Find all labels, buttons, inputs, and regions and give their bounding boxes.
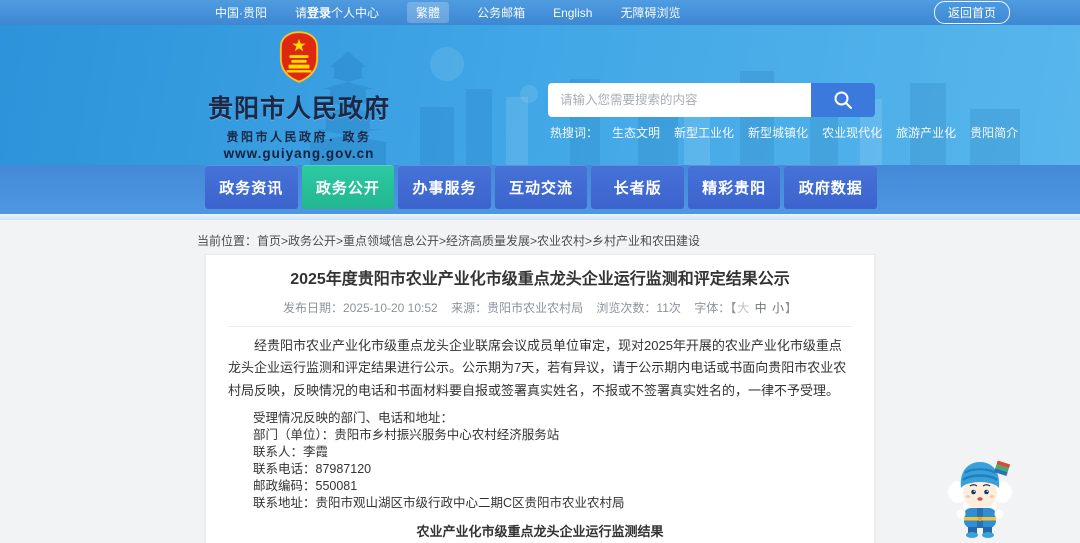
search-bar: [548, 83, 875, 117]
hot-search-item-urbanization[interactable]: 新型城镇化: [748, 124, 808, 141]
nav-tab-government-data[interactable]: 政府数据: [784, 165, 878, 209]
site-title: 贵阳市人民政府: [207, 95, 390, 123]
search-icon: [834, 91, 852, 109]
top-utility-bar: 中国·贵阳 请登录个人中心 繁體 公务邮箱 English 无障碍浏览 返回首页: [0, 0, 1080, 25]
site-logo[interactable]: 贵阳市人民政府 贵阳市人民政府．政务 www.guiyang.gov.cn: [203, 31, 395, 161]
login-bold: 登录: [307, 6, 332, 20]
article-paragraph: 经贵阳市农业产业化市级重点龙头企业联席会议成员单位审定，现对2025年开展的农业…: [228, 338, 847, 398]
topbar-link-official-mail[interactable]: 公务邮箱: [477, 4, 525, 21]
hot-search-label: 热搜词：: [550, 126, 599, 140]
font-size-large-button[interactable]: 大: [737, 301, 749, 315]
topbar-link-login[interactable]: 请登录个人中心: [295, 4, 379, 21]
hot-search-item-tourism[interactable]: 旅游产业化: [896, 124, 956, 141]
view-count: 浏览次数：11次: [596, 301, 681, 316]
mascot-widget[interactable]: [943, 450, 1017, 540]
site-subtitle: 贵阳市人民政府．政务: [226, 130, 372, 144]
font-size-label: 字体：: [694, 301, 731, 316]
content-area: 当前位置：首页>政务公开>重点领域信息公开>经济高质量发展>农业农村>乡村产业和…: [0, 220, 1080, 543]
article-paragraph: 受理情况反映的部门、电话和地址：: [253, 410, 454, 425]
hot-search-row: 热搜词： 生态文明 新型工业化 新型城镇化 农业现代化 旅游产业化 贵阳简介: [550, 124, 1018, 141]
return-home-button[interactable]: 返回首页: [933, 1, 1010, 24]
search-button[interactable]: [811, 83, 875, 117]
nav-tab-interaction[interactable]: 互动交流: [494, 165, 588, 209]
topbar-link-china-guiyang[interactable]: 中国·贵阳: [215, 4, 267, 21]
article-paragraph: 邮政编码：550081: [253, 478, 358, 493]
article-paragraph: 联系人：李霞: [253, 444, 329, 459]
main-navigation: 政务资讯 政务公开 办事服务 互动交流 长者版 精彩贵阳 政府数据: [0, 165, 1080, 214]
nav-tab-services[interactable]: 办事服务: [398, 165, 491, 209]
font-size-medium-button[interactable]: 中: [755, 301, 767, 315]
login-pre: 请: [295, 6, 308, 20]
national-emblem-icon: [279, 31, 319, 83]
topbar-link-accessibility[interactable]: 无障碍浏览: [620, 4, 680, 21]
breadcrumb: 当前位置：首页>政务公开>重点领域信息公开>经济高质量发展>农业农村>乡村产业和…: [197, 232, 700, 249]
article-source: 来源：贵阳市农业农村局: [451, 301, 584, 316]
topbar-link-traditional-chinese[interactable]: 繁體: [407, 2, 450, 23]
hot-search-item-industrialization[interactable]: 新型工业化: [674, 124, 734, 141]
article-body: 经贵阳市农业产业化市级重点龙头企业联席会议成员单位审定，现对2025年开展的农业…: [228, 335, 852, 511]
publish-date: 发布日期：2025-10-20 10:52: [282, 301, 438, 316]
nav-tab-wonderful-guiyang[interactable]: 精彩贵阳: [687, 165, 781, 209]
header-banner: 贵阳市人民政府 贵阳市人民政府．政务 www.guiyang.gov.cn 热搜…: [0, 25, 1080, 165]
article-panel: 2025年度贵阳市农业产业化市级重点龙头企业运行监测和评定结果公示 发布日期：2…: [205, 254, 875, 543]
breadcrumb-label: 当前位置：: [197, 234, 258, 248]
font-size-control: 字体：【大 中 小】: [694, 301, 797, 315]
article-paragraph: 部门（单位）：贵阳市乡村振兴服务中心农村经济服务站: [253, 427, 560, 442]
hot-search-item-guiyang-intro[interactable]: 贵阳简介: [970, 124, 1018, 141]
hot-search-item-agriculture[interactable]: 农业现代化: [822, 124, 882, 141]
guiyang-mascot-icon: [948, 460, 1012, 538]
article-paragraph: 联系电话：87987120: [253, 461, 372, 476]
bracket: 】: [785, 301, 798, 316]
font-size-small-button[interactable]: 小: [772, 301, 784, 315]
bokeh-light: [520, 85, 538, 103]
article-meta: 发布日期：2025-10-20 10:52 来源：贵阳市农业农村局 浏览次数：1…: [228, 299, 852, 328]
login-post: 个人中心: [331, 6, 380, 20]
nav-tab-government-disclosure[interactable]: 政务公开: [301, 165, 395, 209]
nav-tab-government-news[interactable]: 政务资讯: [205, 165, 298, 209]
table-caption: 农业产业化市级重点龙头企业运行监测结果: [416, 523, 664, 539]
nav-tab-elderly-version[interactable]: 长者版: [591, 165, 684, 209]
search-input[interactable]: [548, 83, 811, 117]
bokeh-light: [430, 47, 464, 81]
site-url: www.guiyang.gov.cn: [223, 146, 375, 161]
topbar-link-english[interactable]: English: [553, 6, 592, 20]
article-paragraph: 联系地址：贵阳市观山湖区市级行政中心二期C区贵阳市农业农村局: [253, 495, 625, 510]
breadcrumb-path[interactable]: 首页>政务公开>重点领域信息公开>经济高质量发展>农业农村>乡村产业和农田建设: [257, 234, 700, 248]
article-title: 2025年度贵阳市农业产业化市级重点龙头企业运行监测和评定结果公示: [290, 271, 790, 288]
hot-search-item-ecology[interactable]: 生态文明: [612, 124, 660, 141]
bracket: 【: [730, 301, 737, 316]
